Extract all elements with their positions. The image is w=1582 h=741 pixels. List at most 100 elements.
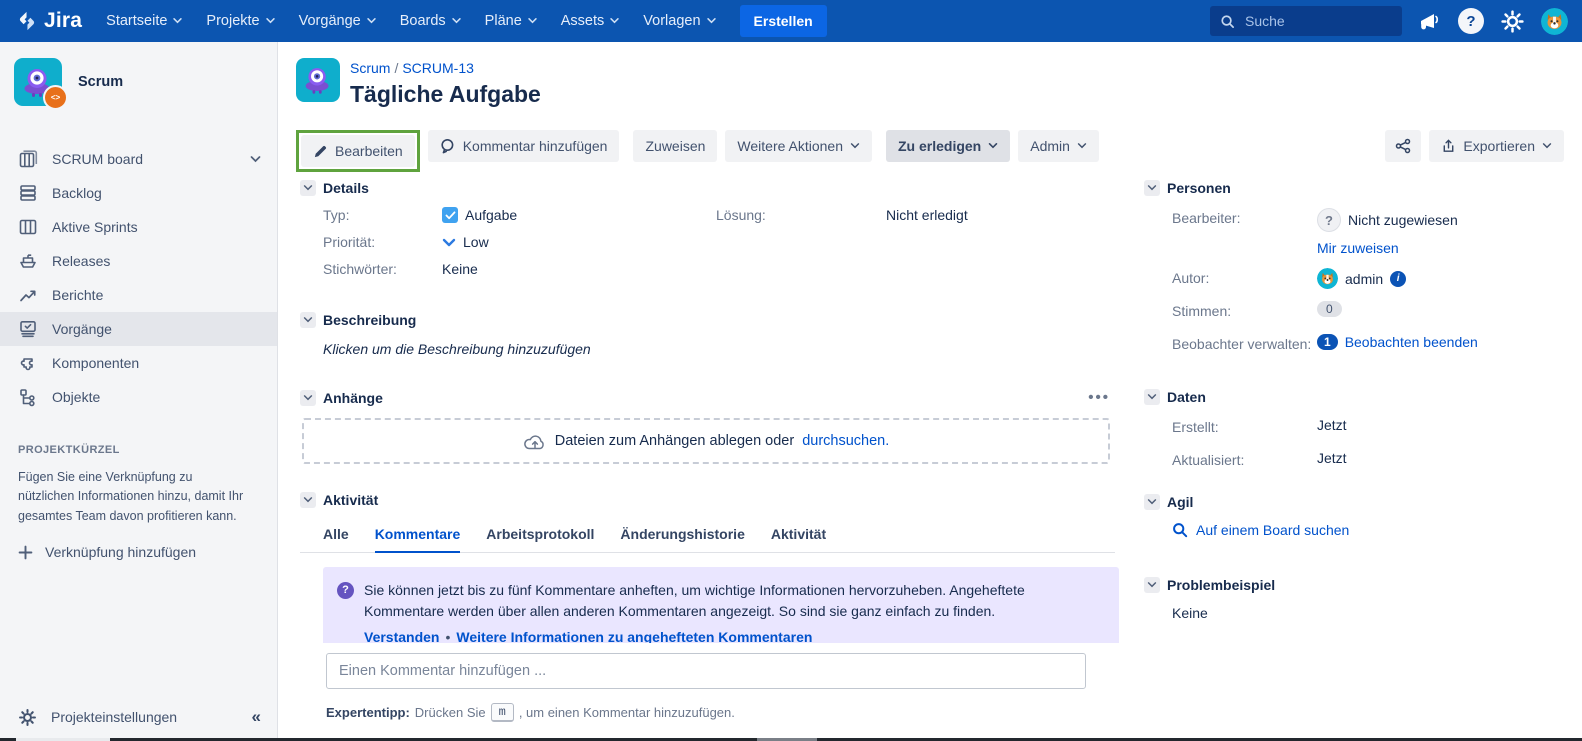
edit-button[interactable]: Bearbeiten xyxy=(301,135,415,167)
description-heading[interactable]: Beschreibung xyxy=(300,312,1110,328)
top-navigation: Jira Startseite Projekte Vorgänge Boards… xyxy=(0,0,1582,42)
info-icon[interactable]: i xyxy=(1390,271,1406,287)
announcements-button[interactable] xyxy=(1418,10,1442,32)
tab-arbeitsprotokoll[interactable]: Arbeitsprotokoll xyxy=(486,526,594,552)
sidebar-item-backlog[interactable]: Backlog xyxy=(0,176,277,210)
priority-low-icon xyxy=(442,238,456,247)
dates-heading[interactable]: Daten xyxy=(1144,389,1574,405)
chevron-down-icon xyxy=(303,497,313,503)
activity-tabs: Alle Kommentare Arbeitsprotokoll Änderun… xyxy=(300,526,1115,553)
field-labels: Stichwörter: Keine xyxy=(300,261,700,277)
people-heading[interactable]: Personen xyxy=(1144,180,1574,196)
export-button[interactable]: Exportieren xyxy=(1429,130,1564,162)
tab-alle[interactable]: Alle xyxy=(323,526,349,552)
sidebar-menu: SCRUM board Backlog Aktive Sprints Relea… xyxy=(0,142,277,414)
jira-wordmark: Jira xyxy=(44,9,82,33)
field-watchers: Beobachter verwalten: 1 Beobachten beend… xyxy=(1144,334,1574,355)
tab-aenderungshistorie[interactable]: Änderungshistorie xyxy=(620,526,744,552)
sidebar-item-vorgaenge[interactable]: Vorgänge xyxy=(0,312,277,346)
issue-title: Tägliche Aufgabe xyxy=(350,81,541,108)
watchers-badge[interactable]: 1 xyxy=(1317,334,1338,350)
sprints-columns-icon xyxy=(18,217,38,237)
problem-heading[interactable]: Problembeispiel xyxy=(1144,577,1574,593)
project-settings-link[interactable]: Projekteinstellungen xyxy=(51,709,238,725)
chevron-down-icon xyxy=(303,317,313,323)
votes-badge[interactable]: 0 xyxy=(1317,301,1342,317)
project-type-badge: <> xyxy=(43,85,68,110)
project-header: <> Scrum xyxy=(0,42,277,116)
description-section: Beschreibung Klicken um die Beschreibung… xyxy=(300,312,1110,357)
ship-icon xyxy=(18,251,38,271)
field-votes: Stimmen: 0 xyxy=(1144,301,1574,322)
reporter-avatar xyxy=(1317,268,1338,289)
gear-icon xyxy=(18,708,37,727)
keyboard-key-m: m xyxy=(491,703,514,722)
jira-logo[interactable]: Jira xyxy=(0,9,96,33)
question-mark-icon: ? xyxy=(1458,8,1484,34)
admin-button[interactable]: Admin xyxy=(1018,130,1099,162)
add-shortcut-link[interactable]: Verknüpfung hinzufügen xyxy=(18,544,259,560)
more-actions-button[interactable]: Weitere Aktionen xyxy=(725,130,872,162)
add-comment-button[interactable]: Kommentar hinzufügen xyxy=(428,130,620,162)
menu-plaene[interactable]: Pläne xyxy=(475,7,547,35)
menu-startseite[interactable]: Startseite xyxy=(96,7,192,35)
line-chart-icon xyxy=(18,285,38,305)
sidebar-item-berichte[interactable]: Berichte xyxy=(0,278,277,312)
sidebar-item-aktive-sprints[interactable]: Aktive Sprints xyxy=(0,210,277,244)
comment-tip: Expertentipp: Drücken Sie m , um einen K… xyxy=(326,703,735,722)
cloud-upload-icon xyxy=(523,432,547,451)
sidebar-item-komponenten[interactable]: Komponenten xyxy=(0,346,277,380)
breadcrumb-issue-link[interactable]: SCRUM-13 xyxy=(402,60,474,76)
settings-button[interactable] xyxy=(1500,9,1525,34)
comment-input[interactable] xyxy=(326,653,1086,689)
menu-boards[interactable]: Boards xyxy=(390,7,471,35)
chevron-down-icon xyxy=(1147,394,1157,400)
user-avatar[interactable] xyxy=(1541,8,1568,35)
chevron-down-icon xyxy=(1147,499,1157,505)
description-placeholder[interactable]: Klicken um die Beschreibung hinzuzufügen xyxy=(300,341,1110,357)
menu-vorlagen[interactable]: Vorlagen xyxy=(633,7,725,35)
sidebar-item-objekte[interactable]: Objekte xyxy=(0,380,277,414)
search-box[interactable] xyxy=(1210,6,1402,36)
project-name: Scrum xyxy=(78,74,123,90)
tab-kommentare[interactable]: Kommentare xyxy=(375,526,461,553)
assign-button[interactable]: Zuweisen xyxy=(633,130,717,162)
attachments-heading[interactable]: Anhänge ••• xyxy=(300,389,1110,406)
chevron-down-icon xyxy=(173,18,182,24)
chevron-down-icon xyxy=(707,18,716,24)
gear-icon xyxy=(1500,9,1525,34)
breadcrumb-project-link[interactable]: Scrum xyxy=(350,60,390,76)
attachments-menu-button[interactable]: ••• xyxy=(1088,389,1110,406)
assign-to-me-link[interactable]: Mir zuweisen xyxy=(1317,240,1399,256)
project-avatar[interactable]: <> xyxy=(14,58,62,106)
browse-files-link[interactable]: durchsuchen. xyxy=(802,433,889,449)
help-button[interactable]: ? xyxy=(1458,8,1484,34)
dog-avatar-icon xyxy=(1317,268,1338,289)
board-icon xyxy=(18,149,38,169)
share-button[interactable] xyxy=(1385,130,1421,162)
attachment-dropzone[interactable]: Dateien zum Anhängen ablegen oder durchs… xyxy=(302,418,1110,464)
search-input[interactable] xyxy=(1243,12,1367,30)
menu-vorgaenge[interactable]: Vorgänge xyxy=(289,7,386,35)
tab-aktivitaet[interactable]: Aktivität xyxy=(771,526,826,552)
chevron-down-icon xyxy=(1147,582,1157,588)
collapse-sidebar-button[interactable]: « xyxy=(252,707,261,727)
problem-value: Keine xyxy=(1144,605,1574,621)
menu-assets[interactable]: Assets xyxy=(551,7,630,35)
chevron-down-icon xyxy=(988,143,998,149)
status-button[interactable]: Zu erledigen xyxy=(886,130,1010,162)
activity-heading[interactable]: Aktivität xyxy=(300,492,1110,508)
stop-watching-link[interactable]: Beobachten beenden xyxy=(1345,334,1478,350)
view-on-board-link[interactable]: Auf einem Board suchen xyxy=(1196,522,1349,538)
create-button[interactable]: Erstellen xyxy=(740,5,827,37)
issue-toolbar: Bearbeiten Kommentar hinzufügen Zuweisen… xyxy=(296,130,1564,172)
menu-projekte[interactable]: Projekte xyxy=(196,7,284,35)
field-assignee: Bearbeiter: ? Nicht zugewiesen Mir zuwei… xyxy=(1144,208,1574,256)
chevron-down-icon xyxy=(303,185,313,191)
details-heading[interactable]: Details xyxy=(300,180,1110,196)
sidebar-item-scrum-board[interactable]: SCRUM board xyxy=(0,142,277,176)
sidebar-item-releases[interactable]: Releases xyxy=(0,244,277,278)
chevron-down-icon xyxy=(528,18,537,24)
chevron-down-icon xyxy=(1542,143,1552,149)
agile-heading[interactable]: Agil xyxy=(1144,494,1574,510)
